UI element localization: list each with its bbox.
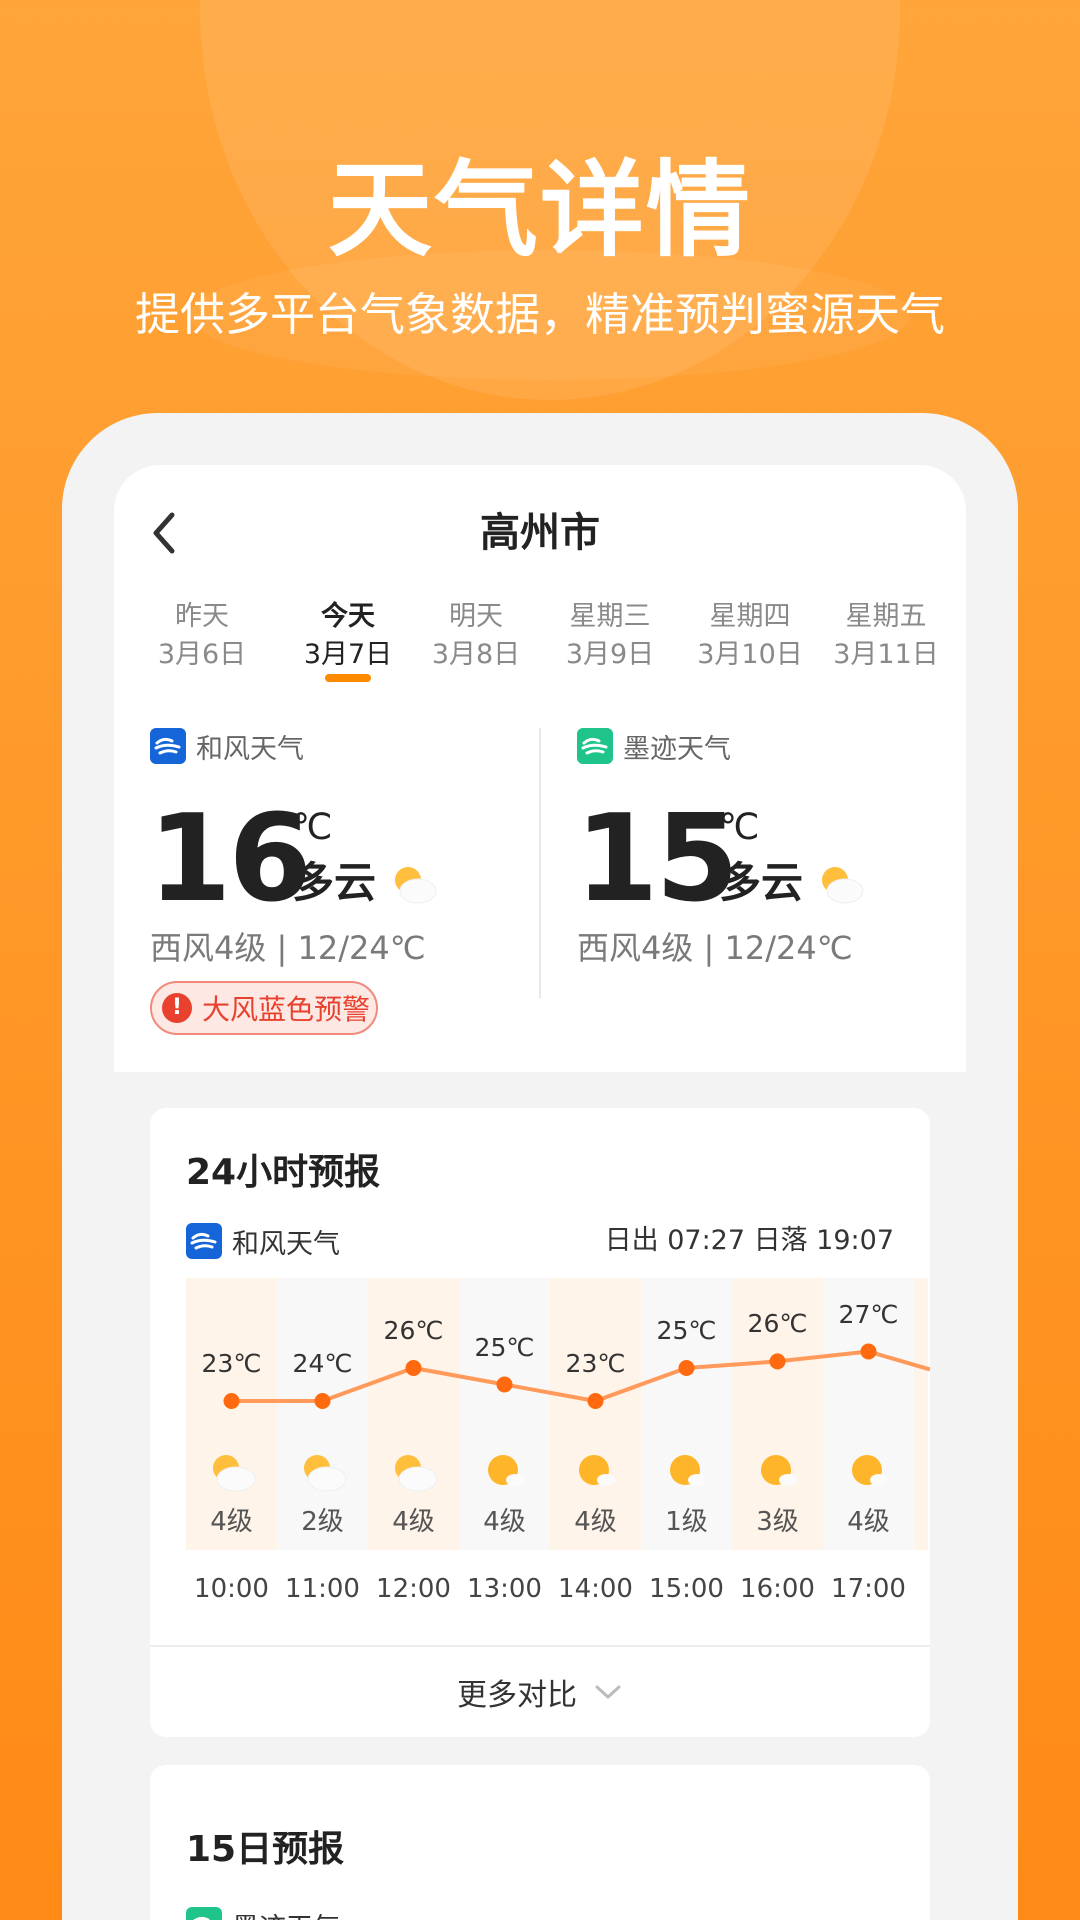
- today-panel: 高州市 昨天 3月6日 今天 3月7日 明天 3月8日 星期三 3月9日 星期四 3月10…: [114, 465, 966, 1072]
- hour-temperature: 24℃: [292, 1349, 353, 1378]
- sunrise-sunset: 日出 07:27 日落 19:07: [604, 1225, 894, 1256]
- hour-wind: 4级: [847, 1507, 890, 1537]
- hour-time: 11:00: [285, 1574, 360, 1604]
- hour-time: 12:00: [376, 1574, 451, 1604]
- provider-name: 和风天气: [196, 733, 304, 765]
- hour-wind: 4级: [574, 1507, 617, 1537]
- app-screen: 高州市 昨天 3月6日 今天 3月7日 明天 3月8日 星期三 3月9日 星期四 3月10…: [114, 465, 966, 1920]
- sunny-icon: [852, 1455, 888, 1486]
- provider-name: 墨迹天气: [623, 733, 731, 765]
- hero-subtitle: 提供多平台气象数据，精准预判蜜源天气: [134, 288, 945, 341]
- partly-cloudy-icon: [395, 867, 437, 904]
- hour-temperature: 26℃: [747, 1309, 808, 1339]
- hour-temperature: 26℃: [383, 1316, 444, 1345]
- provider-divider: [539, 728, 541, 998]
- tab-yesterday[interactable]: 昨天 3月6日: [137, 598, 267, 674]
- hour-time: 10:00: [194, 1574, 269, 1604]
- tab-tomorrow[interactable]: 明天 3月8日: [411, 598, 541, 674]
- card-title: 24小时预报: [186, 1152, 381, 1193]
- tab-thursday[interactable]: 星期四 3月10日: [685, 598, 815, 674]
- hour-time: 16:00: [740, 1574, 815, 1604]
- condition-label: 多云: [719, 858, 804, 907]
- temperature-unit: ℃: [719, 807, 760, 848]
- partly-cloudy-icon: [395, 1455, 438, 1492]
- hour-column: [914, 1278, 928, 1550]
- daily-forecast-card: 15日预报 墨迹天气: [150, 1765, 930, 1920]
- hefeng-logo-icon: [186, 1223, 222, 1259]
- hour-time: 15:00: [649, 1574, 724, 1604]
- tab-friday[interactable]: 星期五 3月11日: [821, 598, 951, 674]
- hour-wind: 4级: [483, 1507, 526, 1537]
- hero-title: 天气详情: [327, 149, 752, 271]
- hour-wind: 3级: [756, 1507, 799, 1537]
- partly-cloudy-icon: [822, 867, 864, 904]
- sunny-icon: [579, 1455, 615, 1486]
- hour-time: 14:00: [558, 1574, 633, 1604]
- page-title: 高州市: [480, 510, 600, 556]
- hourly-forecast-card: 24小时预报 和风天气 日出 07:27 日落 19:07 23℃ 4级 10:00…: [150, 1108, 930, 1737]
- current-temperature: 16: [148, 790, 312, 929]
- hour-temperature: 25℃: [474, 1332, 535, 1362]
- provider-name: 墨迹天气: [232, 1906, 340, 1920]
- hour-time: 17:00: [831, 1574, 906, 1604]
- wind-and-range: 西风4级 | 12/24℃: [577, 929, 853, 967]
- moji-logo-icon: [186, 1907, 222, 1920]
- provider-moji: 墨迹天气: [186, 1907, 340, 1920]
- hour-temperature: 27℃: [838, 1299, 899, 1329]
- hefeng-logo-icon: [150, 728, 186, 764]
- tab-today[interactable]: 今天 3月7日: [283, 598, 413, 674]
- sunny-icon: [488, 1455, 524, 1486]
- hour-wind: 4级: [392, 1507, 435, 1537]
- chevron-down-icon: [595, 1685, 621, 1699]
- more-compare-button[interactable]: 更多对比: [150, 1647, 930, 1737]
- sunny-icon: [670, 1455, 706, 1486]
- sunny-icon: [761, 1455, 797, 1486]
- weather-condition: 多云: [719, 855, 867, 911]
- more-compare-label: 更多对比: [457, 1678, 577, 1713]
- hour-wind: 2级: [301, 1507, 344, 1537]
- temperature-unit: ℃: [292, 807, 333, 848]
- wind-and-range: 西风4级 | 12/24℃: [150, 929, 426, 967]
- hour-temperature: 25℃: [656, 1316, 717, 1345]
- condition-label: 多云: [292, 858, 377, 907]
- active-tab-indicator: [325, 674, 371, 682]
- hour-wind: 4级: [210, 1507, 253, 1537]
- partly-cloudy-icon: [304, 1455, 347, 1492]
- hour-wind: 1级: [665, 1507, 708, 1537]
- partly-cloudy-icon: [213, 1455, 256, 1492]
- tab-wednesday[interactable]: 星期三 3月9日: [545, 598, 675, 674]
- moji-logo-icon: [577, 728, 613, 764]
- alert-label: 大风蓝色预警: [202, 993, 371, 1026]
- current-temperature: 15: [575, 790, 739, 929]
- provider-moji: 墨迹天气: [577, 728, 731, 765]
- hour-temperature: 23℃: [201, 1349, 262, 1378]
- hour-time: 13:00: [467, 1574, 542, 1604]
- warning-icon: !: [162, 993, 192, 1023]
- provider-hefeng: 和风天气: [150, 728, 304, 765]
- weather-alert-badge[interactable]: ! 大风蓝色预警: [150, 981, 378, 1035]
- provider-name: 和风天气: [232, 1228, 340, 1260]
- provider-hefeng: 和风天气: [186, 1223, 340, 1260]
- weather-condition: 多云: [292, 855, 440, 911]
- card-title: 15日预报: [186, 1829, 345, 1870]
- hour-temperature: 23℃: [565, 1349, 626, 1378]
